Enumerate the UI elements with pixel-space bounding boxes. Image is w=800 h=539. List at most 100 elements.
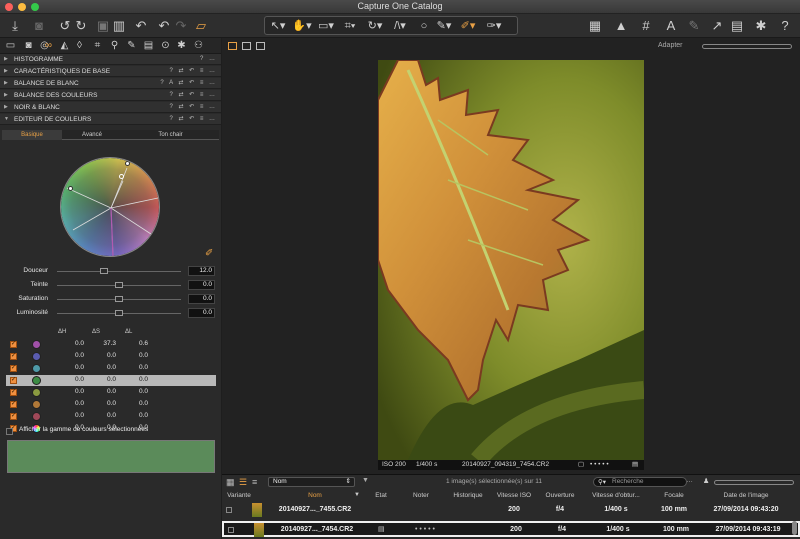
search-tab-icon[interactable]: ⚲ [108, 39, 121, 52]
color-range-row[interactable]: ✓ 0.0 37.3 0.6 [6, 339, 216, 350]
main-photo[interactable] [378, 60, 644, 460]
print-icon[interactable]: ▤ [728, 17, 746, 35]
column-header[interactable]: Vitesse d'obtur... [582, 491, 650, 501]
undo-icon[interactable]: ↶ [132, 17, 150, 35]
column-header[interactable]: Focale [654, 491, 694, 501]
scrollbar[interactable] [792, 521, 797, 535]
column-header[interactable]: Historique [450, 491, 486, 501]
circle-icon[interactable]: ○ [413, 18, 435, 34]
straighten-icon[interactable]: ⌗▾ [339, 18, 361, 34]
section-controls[interactable]: ? ⇄ ↶ ≡ … [169, 114, 217, 125]
rotate-right-icon[interactable]: ↻ [72, 17, 90, 35]
enable-checkbox[interactable]: ✓ [10, 353, 17, 360]
column-header[interactable]: Vitesse ISO [494, 491, 534, 501]
eraser-icon[interactable]: ✑▾ [483, 18, 505, 34]
column-header[interactable]: Etat [366, 491, 396, 501]
slider-value[interactable]: 12.0 [188, 266, 215, 276]
tab-basic[interactable]: Basique [2, 130, 62, 140]
section-black-white[interactable]: ▶ NOIR & BLANC ? ⇄ ↶ ≡ … [0, 102, 221, 113]
section-base-characteristics[interactable]: ▶ CARACTÉRISTIQUES DE BASE ? ⇄ ↶ ≡ … [0, 66, 221, 77]
redo-left-icon[interactable]: ↶ [155, 17, 173, 35]
detail-tab-icon[interactable]: ◊ [73, 39, 86, 52]
color-range-row[interactable]: ✓ 0.0 0.0 0.0 [6, 387, 216, 398]
slider-knob[interactable] [115, 282, 123, 288]
column-header[interactable]: Date de l'image [710, 491, 782, 501]
color-swatch-icon[interactable] [32, 376, 41, 385]
picker-icon[interactable]: ✐ [205, 248, 213, 259]
enable-checkbox[interactable]: ✓ [10, 401, 17, 408]
rotate-icon[interactable]: ↻▾ [364, 18, 386, 34]
slider-value[interactable]: 0.0 [188, 308, 215, 318]
text-icon[interactable]: A [662, 17, 680, 35]
library-tab-icon[interactable]: ▭ [4, 39, 17, 52]
enable-checkbox[interactable]: ✓ [10, 341, 17, 348]
settings-tab-icon[interactable]: ✱ [175, 39, 188, 52]
column-header[interactable]: Nom [290, 491, 340, 501]
slider-value[interactable]: 0.0 [188, 294, 215, 304]
color-swatch-icon[interactable] [32, 412, 41, 421]
tag-icon[interactable]: ▤ [632, 460, 638, 470]
color-swatch-icon[interactable] [32, 400, 41, 409]
enable-checkbox[interactable]: ✓ [10, 413, 17, 420]
stack-icon[interactable]: ▱ [192, 17, 210, 35]
luminosity-slider[interactable]: Luminosité 0.0 [0, 308, 221, 319]
wheel-handle[interactable] [68, 186, 73, 191]
column-header[interactable]: Variante [224, 491, 254, 501]
color-range-row[interactable]: ✓ 0.0 0.0 0.0 [6, 351, 216, 362]
file-row[interactable]: 20140927..._7454.CR2 • • • • • 200 f/4 1/400… [222, 521, 800, 537]
color-range-row[interactable]: ✓ 0.0 0.0 0.0 [6, 375, 216, 386]
sort-arrow-icon[interactable]: ▼ [354, 492, 360, 498]
arrow-icon[interactable]: ↗ [708, 17, 726, 35]
saturation-slider[interactable]: Saturation 0.0 [0, 294, 221, 305]
tab-skin-tone[interactable]: Ton chair [122, 130, 219, 140]
color-swatch-icon[interactable] [32, 364, 41, 373]
section-color-balance[interactable]: ▶ BALANCE DES COULEURS ? ⇄ ↶ ≡ … [0, 90, 221, 101]
zoom-slider[interactable] [702, 44, 792, 49]
color-swatch-icon[interactable] [32, 340, 41, 349]
section-controls[interactable]: ? A ⇄ ↶ ≡ … [160, 78, 217, 89]
exposure-tab-icon[interactable]: ◭ [58, 39, 71, 52]
single-view-icon[interactable] [228, 42, 237, 50]
hue-slider[interactable]: Teinte 0.0 [0, 280, 221, 291]
color-swatch-icon[interactable] [32, 352, 41, 361]
color-range-row[interactable]: ✓ 0.0 0.0 0.0 [6, 399, 216, 410]
wheel-handle[interactable] [119, 174, 124, 179]
section-controls[interactable]: ? ⇄ ↶ ≡ … [169, 90, 217, 101]
capture-tab-icon[interactable]: ◙ [22, 39, 35, 52]
thumbnail[interactable] [252, 503, 262, 517]
softness-slider[interactable]: Douceur 12.0 [0, 266, 221, 277]
slider-track[interactable] [57, 271, 181, 272]
crop-icon[interactable]: ▭▾ [315, 18, 337, 34]
import-icon[interactable]: ⤓ [6, 17, 24, 35]
section-controls[interactable]: ? ⇄ ↶ ≡ … [169, 66, 217, 77]
trash-icon[interactable]: ▥ [110, 17, 128, 35]
row-checkbox[interactable] [228, 527, 234, 533]
color-tab-icon[interactable]: ∞ [42, 39, 55, 52]
camera-icon[interactable]: ◙ [30, 17, 48, 35]
enable-checkbox[interactable]: ✓ [10, 365, 17, 372]
compare-view-icon[interactable] [256, 42, 265, 50]
section-controls[interactable]: ? … [200, 54, 217, 65]
output-tab-icon[interactable]: ⊙ [159, 39, 172, 52]
wrench-icon[interactable]: ✎ [685, 17, 703, 35]
column-header[interactable]: Ouverture [540, 491, 580, 501]
enable-checkbox[interactable]: ✓ [10, 389, 17, 396]
section-histogram[interactable]: ▶ HISTOGRAMME ? … [0, 54, 221, 65]
rating-dots[interactable]: • • • • • [590, 460, 609, 470]
color-swatch-icon[interactable] [32, 388, 41, 397]
slider-knob[interactable] [115, 296, 123, 302]
redo-right-icon[interactable]: ↷ [172, 17, 190, 35]
color-range-row[interactable]: ✓ 0.0 0.0 0.0 [6, 411, 216, 422]
section-color-editor[interactable]: ▼ EDITEUR DE COULEURS ? ⇄ ↶ ≡ … [0, 114, 221, 125]
batch-tab-icon[interactable]: ⚇ [192, 39, 205, 52]
section-controls[interactable]: ? ⇄ ↶ ≡ … [169, 102, 217, 113]
wheel-handle[interactable] [125, 161, 130, 166]
gear-icon[interactable]: ✱ [752, 17, 770, 35]
brush-tab-icon[interactable]: ✎ [125, 39, 138, 52]
crop-tab-icon[interactable]: ⌗ [91, 39, 104, 52]
section-white-balance[interactable]: ▶ BALANCE DE BLANC ? A ⇄ ↶ ≡ … [0, 78, 221, 89]
multi-view-icon[interactable] [242, 42, 251, 50]
slider-knob[interactable] [115, 310, 123, 316]
metadata-tab-icon[interactable]: ▤ [142, 39, 155, 52]
warning-icon[interactable]: ▲ [612, 17, 630, 35]
